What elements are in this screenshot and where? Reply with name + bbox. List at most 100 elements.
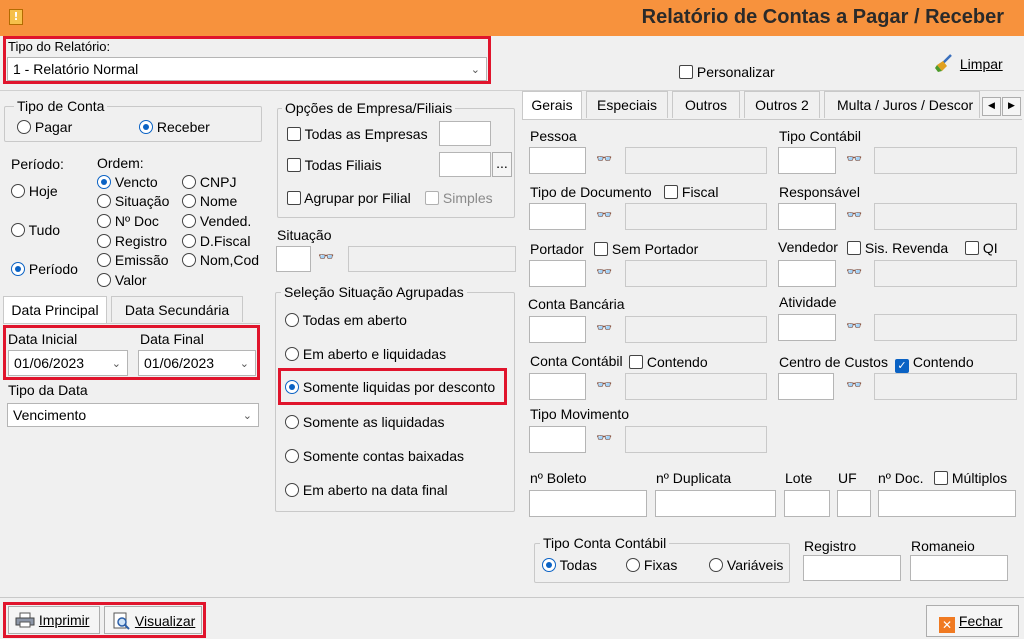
fiscal-label: Fiscal: [681, 184, 719, 200]
conta-bancaria-input[interactable]: [529, 316, 586, 343]
radio-periodo-label: Período: [28, 261, 78, 277]
binoculars-icon[interactable]: 👓: [596, 378, 612, 393]
radio-hoje[interactable]: Hoje: [11, 183, 58, 199]
radio-periodo[interactable]: Período: [11, 261, 78, 277]
centro-contendo-checkbox[interactable]: ✓ Contendo: [895, 354, 974, 373]
radio-receber[interactable]: Receber: [139, 119, 210, 135]
binoculars-icon[interactable]: 👓: [318, 250, 334, 265]
binoculars-icon[interactable]: 👓: [846, 378, 862, 393]
ordem-emissao[interactable]: Emissão: [97, 252, 169, 268]
sis-revenda-checkbox[interactable]: Sis. Revenda: [847, 240, 948, 256]
radio-todas[interactable]: Todas: [542, 557, 597, 573]
ordem-nomcod[interactable]: Nom,Cod: [182, 252, 259, 268]
sem-portador-checkbox[interactable]: Sem Portador: [594, 241, 698, 257]
binoculars-icon[interactable]: 👓: [846, 152, 862, 167]
binoculars-icon[interactable]: 👓: [596, 208, 612, 223]
ordem-dfiscal[interactable]: D.Fiscal: [182, 233, 250, 249]
tab-multa-juros[interactable]: Multa / Juros / Descor: [824, 91, 980, 118]
pessoa-description: [625, 147, 767, 174]
tipo-data-select[interactable]: Vencimento ⌄: [7, 403, 259, 427]
responsavel-input[interactable]: [778, 203, 836, 230]
situacao-label: Situação: [277, 227, 332, 243]
boleto-input[interactable]: [529, 490, 647, 517]
radio-pagar[interactable]: Pagar: [17, 119, 72, 135]
filial-input[interactable]: [439, 152, 491, 177]
selecao-liquidas-desconto[interactable]: Somente liquidas por desconto: [285, 379, 495, 395]
binoculars-icon[interactable]: 👓: [846, 208, 862, 223]
data-inicial-input[interactable]: 01/06/2023 ⌄: [8, 350, 128, 376]
centro-custos-input[interactable]: [778, 373, 834, 400]
pessoa-input[interactable]: [529, 147, 586, 174]
uf-input[interactable]: [837, 490, 871, 517]
ordem-ndoc-label: Nº Doc: [114, 213, 159, 229]
tipo-movimento-input[interactable]: [529, 426, 586, 453]
filial-lookup-button[interactable]: ...: [492, 152, 512, 177]
ordem-cnpj[interactable]: CNPJ: [182, 174, 236, 190]
binoculars-icon[interactable]: 👓: [596, 431, 612, 446]
ndoc-input[interactable]: [878, 490, 1016, 517]
report-type-label: Tipo do Relatório:: [8, 39, 111, 54]
ordem-valor[interactable]: Valor: [97, 272, 147, 288]
empresa-input[interactable]: [439, 121, 491, 146]
tipo-contabil-input[interactable]: [778, 147, 836, 174]
radio-selected-icon: [285, 380, 299, 394]
lote-input[interactable]: [784, 490, 830, 517]
duplicata-input[interactable]: [655, 490, 776, 517]
report-type-select[interactable]: 1 - Relatório Normal ⌄: [7, 57, 487, 81]
situacao-input[interactable]: [276, 246, 311, 272]
ordem-ndoc[interactable]: Nº Doc: [97, 213, 159, 229]
radio-variaveis[interactable]: Variáveis: [709, 557, 783, 573]
conta-contabil-input[interactable]: [529, 373, 586, 400]
tab-data-secundaria[interactable]: Data Secundária: [111, 296, 243, 322]
simples-checkbox[interactable]: Simples: [425, 190, 493, 206]
binoculars-icon[interactable]: 👓: [846, 319, 862, 334]
tab-scroll-right-icon[interactable]: ▶: [1002, 97, 1021, 116]
tipo-documento-input[interactable]: [529, 203, 586, 230]
portador-input[interactable]: [529, 260, 586, 287]
binoculars-icon[interactable]: 👓: [596, 321, 612, 336]
tab-gerais[interactable]: Gerais: [522, 91, 582, 120]
vendedor-input[interactable]: [778, 260, 836, 287]
atividade-input[interactable]: [778, 314, 836, 341]
ordem-situacao[interactable]: Situação: [97, 193, 169, 209]
binoculars-icon[interactable]: 👓: [596, 152, 612, 167]
tab-scroll-left-icon[interactable]: ◀: [982, 97, 1001, 116]
agrupar-filial-checkbox[interactable]: Agrupar por Filial: [287, 190, 411, 206]
imprimir-button[interactable]: Imprimir: [8, 606, 100, 634]
selecao-aberto-liquidadas[interactable]: Em aberto e liquidadas: [285, 346, 446, 362]
ordem-registro[interactable]: Registro: [97, 233, 167, 249]
radio-tudo[interactable]: Tudo: [11, 222, 60, 238]
selecao-todas-aberto[interactable]: Todas em aberto: [285, 312, 407, 328]
fiscal-checkbox[interactable]: Fiscal: [664, 184, 718, 200]
ordem-nome[interactable]: Nome: [182, 193, 237, 209]
uf-label: UF: [838, 470, 857, 486]
selecao-baixadas[interactable]: Somente contas baixadas: [285, 448, 464, 464]
tab-especiais[interactable]: Especiais: [586, 91, 668, 118]
checkbox-icon: [629, 355, 643, 369]
tab-outros[interactable]: Outros: [672, 91, 740, 118]
radio-fixas[interactable]: Fixas: [626, 557, 677, 573]
contendo-checkbox[interactable]: Contendo: [629, 354, 708, 370]
radio-icon: [285, 449, 299, 463]
warning-app-icon: !: [9, 9, 23, 25]
binoculars-icon[interactable]: 👓: [596, 265, 612, 280]
tab-outros-2[interactable]: Outros 2: [744, 91, 820, 118]
data-final-input[interactable]: 01/06/2023 ⌄: [138, 350, 256, 376]
selecao-liquidadas[interactable]: Somente as liquidadas: [285, 414, 445, 430]
binoculars-icon[interactable]: 👓: [846, 265, 862, 280]
todas-filiais-checkbox[interactable]: Todas Filiais: [287, 157, 382, 173]
registro-input[interactable]: [803, 555, 901, 581]
visualizar-button[interactable]: Visualizar: [104, 606, 202, 634]
romaneio-input[interactable]: [910, 555, 1008, 581]
qi-checkbox[interactable]: QI: [965, 240, 998, 256]
ordem-vended[interactable]: Vended.: [182, 213, 251, 229]
selecao-aberto-data-final[interactable]: Em aberto na data final: [285, 482, 448, 498]
limpar-button[interactable]: Limpar: [934, 53, 1003, 75]
fechar-button[interactable]: ✕ Fechar: [926, 605, 1019, 637]
centro-custos-label: Centro de Custos: [779, 354, 888, 370]
personalizar-checkbox[interactable]: Personalizar: [679, 64, 775, 80]
tab-data-principal[interactable]: Data Principal: [3, 296, 107, 324]
todas-empresas-checkbox[interactable]: Todas as Empresas: [287, 126, 428, 142]
ordem-vencto[interactable]: Vencto: [97, 174, 158, 190]
multiplos-checkbox[interactable]: Múltiplos: [934, 470, 1007, 486]
